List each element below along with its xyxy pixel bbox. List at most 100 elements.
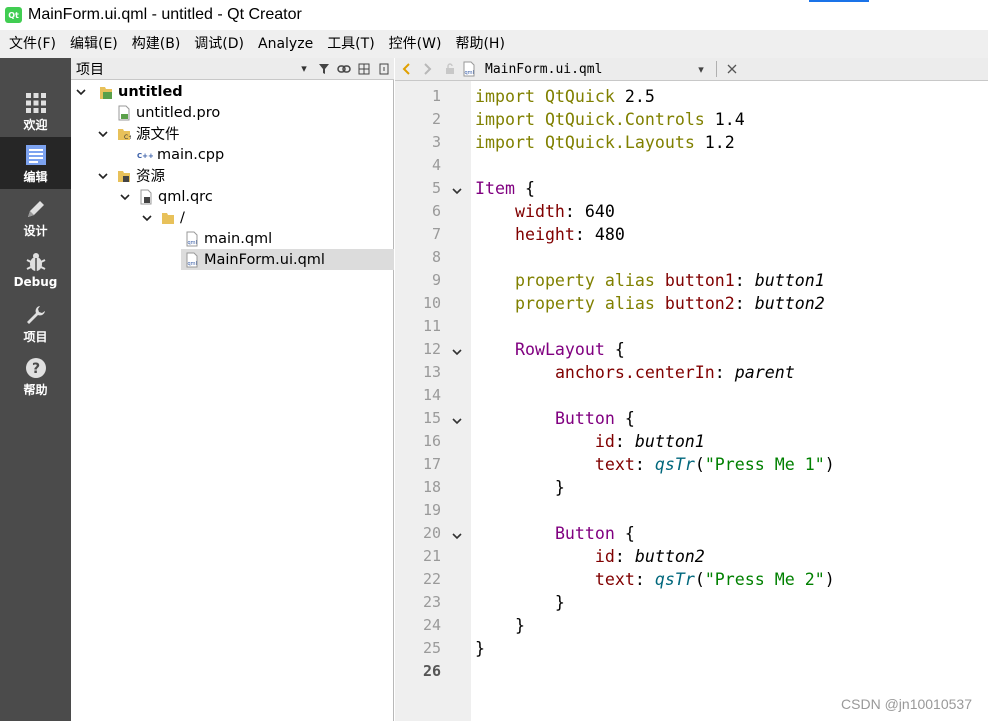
line-number: 22: [422, 570, 441, 588]
chevron-down-icon[interactable]: [96, 165, 110, 186]
code-line[interactable]: import QtQuick.Layouts 1.2: [475, 131, 735, 154]
qml-file-icon: qml: [184, 252, 200, 268]
toolbar-separator: [716, 61, 717, 77]
mode-welcome-button[interactable]: 欢迎: [0, 85, 71, 137]
line-number: 24: [422, 616, 441, 634]
svg-text:qml: qml: [188, 240, 197, 246]
code-line[interactable]: text: qsTr("Press Me 2"): [475, 568, 835, 591]
tree-item-mainform-qml[interactable]: qml MainForm.ui.qml: [181, 249, 394, 270]
mode-design-button[interactable]: 设计: [0, 191, 71, 243]
code-line[interactable]: RowLayout {: [475, 338, 625, 361]
mode-debug-button[interactable]: Debug: [0, 244, 71, 296]
svg-text:qml: qml: [188, 261, 197, 267]
mode-edit-label: 编辑: [23, 170, 48, 184]
tree-item-resources[interactable]: 资源: [96, 165, 165, 186]
code-line[interactable]: import QtQuick 2.5: [475, 85, 655, 108]
chevron-down-icon[interactable]: [96, 123, 110, 144]
grid-icon: [24, 91, 48, 115]
edit-document-icon: [24, 143, 48, 167]
code-line[interactable]: id: button2: [475, 545, 705, 568]
title-bar: Qt MainForm.ui.qml - untitled - Qt Creat…: [0, 0, 988, 30]
code-line[interactable]: height: 480: [475, 223, 625, 246]
tree-item-pro-file[interactable]: untitled.pro: [116, 102, 220, 123]
split-icon[interactable]: [354, 58, 374, 80]
code-line[interactable]: }: [475, 476, 565, 499]
title-accent-strip: [809, 0, 869, 2]
line-number: 3: [431, 133, 441, 151]
qml-file-icon: qml: [184, 231, 200, 247]
link-icon[interactable]: [334, 58, 354, 80]
code-line[interactable]: id: button1: [475, 430, 705, 453]
filter-icon[interactable]: [314, 58, 334, 80]
menu-tools[interactable]: 工具(T): [320, 30, 381, 58]
tree-item-label: main.cpp: [157, 146, 225, 163]
code-line[interactable]: Button {: [475, 522, 635, 545]
line-number: 20: [422, 524, 441, 542]
line-number: 7: [431, 225, 441, 243]
pro-file-icon: [116, 105, 132, 121]
forward-arrow-icon[interactable]: [417, 58, 439, 81]
tree-item-label: MainForm.ui.qml: [204, 251, 325, 268]
line-number: 18: [422, 478, 441, 496]
line-number: 25: [422, 639, 441, 657]
code-line[interactable]: text: qsTr("Press Me 1"): [475, 453, 835, 476]
code-area[interactable]: import QtQuick 2.5 import QtQuick.Control…: [475, 81, 988, 721]
menu-build[interactable]: 构建(B): [125, 30, 188, 58]
code-line[interactable]: Item {: [475, 177, 535, 200]
tree-item-label: untitled.pro: [136, 104, 221, 121]
code-line[interactable]: }: [475, 637, 485, 660]
tree-item-label: 源文件: [136, 127, 180, 143]
tree-item-qrc[interactable]: qml.qrc: [118, 186, 213, 207]
code-line[interactable]: Button {: [475, 407, 635, 430]
menu-controls[interactable]: 控件(W): [382, 30, 449, 58]
tree-item-label: untitled: [118, 83, 183, 100]
pencil-icon: [24, 197, 48, 221]
document-dropdown-icon[interactable]: ▾: [690, 58, 712, 81]
mode-projects-button[interactable]: 项目: [0, 297, 71, 349]
fold-chevron-icon[interactable]: [451, 527, 465, 541]
fold-chevron-icon[interactable]: [451, 343, 465, 357]
tree-item-main-qml[interactable]: qml main.qml: [184, 228, 272, 249]
code-line[interactable]: property alias button1: button1: [475, 269, 825, 292]
mode-welcome-label: 欢迎: [23, 118, 48, 132]
project-panel: 项目 ▾ untitled untitled.pro C+ 源文件 C++ ma…: [71, 58, 394, 721]
tree-item-project[interactable]: untitled: [74, 81, 183, 102]
chevron-down-icon[interactable]: [74, 81, 88, 102]
mode-edit-button[interactable]: 编辑: [0, 137, 71, 189]
back-arrow-icon[interactable]: [395, 58, 417, 81]
view-dropdown-icon[interactable]: ▾: [294, 58, 314, 80]
tree-item-main-cpp[interactable]: C++ main.cpp: [137, 144, 224, 165]
menu-debug[interactable]: 调试(D): [187, 30, 251, 58]
project-panel-header: 项目 ▾: [71, 58, 394, 80]
line-number: 15: [422, 409, 441, 427]
tree-item-sources[interactable]: C+ 源文件: [96, 123, 180, 144]
fold-chevron-icon[interactable]: [451, 412, 465, 426]
folder-icon: [160, 210, 176, 226]
mode-help-button[interactable]: ? 帮助: [0, 350, 71, 402]
line-number: 2: [431, 110, 441, 128]
line-number: 10: [422, 294, 441, 312]
fold-chevron-icon[interactable]: [451, 182, 465, 196]
open-document-selector[interactable]: MainForm.ui.qml: [485, 62, 690, 77]
close-panel-icon[interactable]: [374, 58, 394, 80]
code-line[interactable]: property alias button2: button2: [475, 292, 825, 315]
code-line[interactable]: width: 640: [475, 200, 615, 223]
menu-file[interactable]: 文件(F): [2, 30, 63, 58]
resource-folder-icon: [116, 168, 132, 184]
code-line[interactable]: }: [475, 614, 525, 637]
code-line[interactable]: anchors.centerIn: parent: [475, 361, 795, 384]
chevron-down-icon[interactable]: [140, 207, 154, 228]
menu-help[interactable]: 帮助(H): [448, 30, 511, 58]
tree-item-label: 资源: [136, 169, 165, 185]
editor-toolbar: qml MainForm.ui.qml ▾: [395, 58, 988, 81]
project-panel-title: 项目: [76, 61, 104, 78]
wrench-icon: [24, 303, 48, 327]
mode-design-label: 设计: [23, 224, 48, 238]
code-line[interactable]: import QtQuick.Controls 1.4: [475, 108, 745, 131]
menu-edit[interactable]: 编辑(E): [63, 30, 125, 58]
close-document-icon[interactable]: [721, 58, 743, 81]
code-line[interactable]: }: [475, 591, 565, 614]
chevron-down-icon[interactable]: [118, 186, 132, 207]
menu-analyze[interactable]: Analyze: [251, 30, 320, 58]
tree-item-root-prefix[interactable]: /: [140, 207, 185, 228]
